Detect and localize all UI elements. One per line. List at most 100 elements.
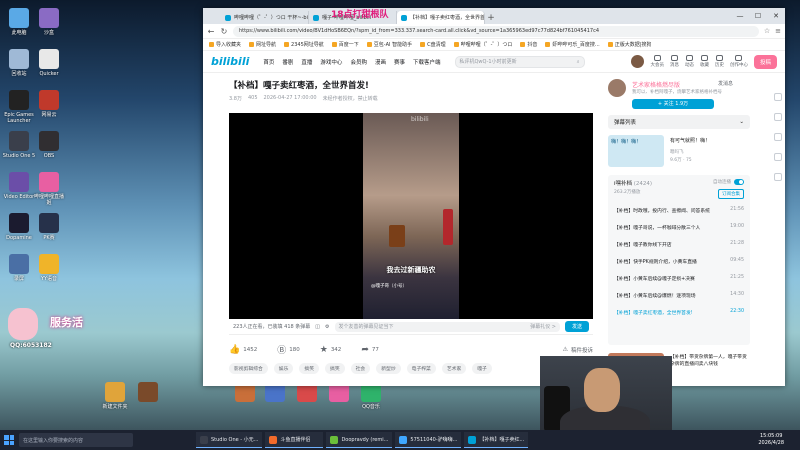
header-icon-button[interactable]: 历史 bbox=[715, 55, 724, 68]
desktop-icon[interactable]: PK赛 bbox=[32, 213, 66, 241]
desktop-icon[interactable]: 此电脑 bbox=[2, 8, 36, 36]
close-button[interactable]: ✕ bbox=[767, 8, 785, 24]
desktop-icon[interactable]: Dopamine bbox=[2, 213, 36, 241]
uploader-avatar[interactable] bbox=[608, 79, 626, 97]
playlist-episode[interactable]: 【补档】小黄车后续@爆燃！逐项现场 14:30 bbox=[614, 292, 744, 299]
bilibili-logo[interactable]: bilibili bbox=[211, 55, 249, 68]
desktop-icon[interactable]: 新建文件夹 bbox=[98, 382, 132, 410]
desktop-icon[interactable]: 录屏 bbox=[2, 254, 36, 282]
minimize-button[interactable]: — bbox=[731, 8, 749, 24]
playlist-episode[interactable]: 【补档】小黄车后续@嘎子定损+决赛 21:25 bbox=[614, 275, 744, 282]
bookmark-item[interactable]: 正版大数据|搜狗 bbox=[607, 41, 651, 48]
upload-button[interactable]: 投稿 bbox=[753, 54, 777, 69]
nav-item[interactable]: 漫画 bbox=[375, 58, 386, 66]
danmaku-settings-icon[interactable]: ⚙ bbox=[325, 324, 329, 330]
desktop-icon[interactable]: QQ音乐 bbox=[354, 382, 388, 410]
header-icon-button[interactable]: 创作中心 bbox=[730, 55, 748, 68]
danmaku-input[interactable]: 发个友善的弹幕见证当下 弹幕礼仪 > bbox=[334, 321, 560, 332]
browser-tab[interactable]: 【补档】嘎子卖红枣酒，全世界首发 bbox=[397, 11, 485, 24]
windows-start-icon[interactable] bbox=[2, 433, 16, 447]
sidebar-icon-5[interactable] bbox=[774, 173, 782, 181]
header-icon-button[interactable]: 收藏 bbox=[700, 55, 709, 68]
star-icon[interactable]: ☆ bbox=[764, 27, 770, 35]
danmaku-etiquette-link[interactable]: 弹幕礼仪 > bbox=[530, 323, 556, 330]
tag-chip[interactable]: 新型炒 bbox=[376, 363, 401, 374]
danmaku-send-button[interactable]: 发送 bbox=[564, 321, 589, 332]
tag-chip[interactable]: 嘎子 bbox=[472, 363, 492, 374]
sidebar-icon-2[interactable] bbox=[774, 113, 782, 121]
back-icon[interactable]: ← bbox=[207, 27, 215, 36]
desktop-icon[interactable]: YY语音 bbox=[32, 254, 66, 282]
subscribe-playlist-button[interactable]: 订阅合集 bbox=[718, 189, 744, 199]
playlist-episode[interactable]: 【补档】嘎子教你线下开店 21:28 bbox=[614, 241, 744, 248]
tag-chip[interactable]: 娱乐 bbox=[273, 363, 294, 374]
desktop-icon[interactable]: 哔哩哔哩直播姬 bbox=[32, 172, 66, 206]
share-button[interactable]: ➦ 77 bbox=[361, 345, 379, 355]
bookmark-item[interactable]: 抖音 bbox=[520, 41, 537, 48]
coin-button[interactable]: Ⓑ 180 bbox=[277, 343, 300, 356]
bookmark-item[interactable]: 虾哔哔可乐_百度搜... bbox=[545, 41, 600, 48]
desktop-icon[interactable]: 回收站 bbox=[2, 49, 36, 77]
desktop-icon[interactable]: Video Editor bbox=[2, 172, 36, 200]
bookmark-item[interactable]: 哔哩哔哩（゜-゜）つロ bbox=[453, 41, 512, 48]
taskbar-app[interactable]: Studio One - 小无... bbox=[196, 432, 263, 448]
tag-chip[interactable]: 艺术家 bbox=[441, 363, 467, 374]
playlist-episode[interactable]: 【补档】嘎子卖红枣酒，全世界首发! 22:30 bbox=[614, 309, 744, 316]
header-icon-button[interactable]: 动态 bbox=[685, 55, 694, 68]
tag-chip[interactable]: 电子榨菜 bbox=[406, 363, 436, 374]
desktop-icon[interactable]: Studio One 5 bbox=[2, 131, 36, 159]
bookmark-item[interactable]: 百度一下 bbox=[331, 41, 359, 48]
desktop-icon[interactable]: OBS bbox=[32, 131, 66, 159]
tag-chip[interactable]: 社会 bbox=[350, 363, 371, 374]
tag-chip[interactable]: 搞笑 bbox=[325, 363, 345, 374]
maximize-button[interactable]: ☐ bbox=[749, 8, 767, 24]
nav-item[interactable]: 下载客户端 bbox=[413, 58, 441, 66]
danmaku-toggle-icon[interactable]: ◫ bbox=[315, 324, 320, 330]
taskbar-app[interactable]: 57511040-驴嗨嗨... bbox=[395, 432, 462, 448]
bookmark-item[interactable]: C盘清理 bbox=[420, 41, 446, 48]
toggle-switch[interactable] bbox=[734, 179, 744, 185]
sidebar-icon-1[interactable] bbox=[774, 93, 782, 101]
bookmark-item[interactable]: 豆包-AI 智能助手 bbox=[366, 41, 412, 48]
tag-chip[interactable]: 搞笑 bbox=[299, 363, 320, 374]
favorite-button[interactable]: ★ 342 bbox=[320, 345, 342, 355]
user-avatar[interactable] bbox=[631, 55, 645, 68]
taskbar-search[interactable]: 在这里输入你要搜索的内容 bbox=[19, 433, 133, 447]
sidebar-icon-4[interactable] bbox=[774, 153, 782, 161]
nav-item[interactable]: 游戏中心 bbox=[320, 58, 342, 66]
danmaku-list-header[interactable]: 弹幕列表 ⌄ bbox=[608, 115, 750, 129]
taskbar-app[interactable]: Doopravdy (remi... bbox=[326, 432, 393, 448]
refresh-icon[interactable]: ↻ bbox=[220, 27, 228, 36]
taskbar-app[interactable]: 斗鱼直播伴侣 bbox=[265, 432, 324, 448]
bookmark-item[interactable]: 导入收藏夹 bbox=[209, 41, 241, 48]
recommended-video[interactable]: 嗨！嗨！嗨！ 有可气就照！嗨！ 嗯吗飞 9.6万 · 75 bbox=[608, 135, 750, 169]
desktop-icon[interactable]: Epic Games Launcher bbox=[2, 90, 36, 124]
message-button[interactable]: 发消息 bbox=[718, 80, 733, 87]
desktop-icon[interactable]: Quicker bbox=[32, 49, 66, 77]
taskbar-app[interactable]: 【补档】嘎子卖红... bbox=[464, 432, 529, 448]
clock[interactable]: 15:05:09 2026/4/28 bbox=[758, 433, 800, 447]
playlist-episode[interactable]: 【补档】快手PK规则介绍，小黄车直播 09:45 bbox=[614, 258, 744, 265]
browser-tab[interactable]: 哔哩哔哩（゜-゜）つロ 干杯~-bilibili bbox=[221, 11, 309, 24]
tag-chip[interactable]: 影视剪辑综合 bbox=[229, 363, 268, 374]
menu-icon[interactable]: ≡ bbox=[775, 27, 781, 35]
desktop-icon[interactable]: 沙盒 bbox=[32, 8, 66, 36]
like-button[interactable]: 👍 1452 bbox=[229, 345, 257, 355]
nav-item[interactable]: 首页 bbox=[263, 58, 274, 66]
uploader-name[interactable]: 艺术家格格燃尽版 bbox=[632, 80, 680, 89]
follow-button[interactable]: + 关注 1.9万 bbox=[632, 99, 714, 109]
report-link[interactable]: ⚠ 稿件投诉 bbox=[563, 346, 593, 354]
header-icon-button[interactable]: 消息 bbox=[670, 55, 679, 68]
nav-item[interactable]: 赛事 bbox=[394, 58, 405, 66]
search-icon[interactable]: ⌕ bbox=[577, 59, 580, 65]
nav-item[interactable]: 番剧 bbox=[282, 58, 293, 66]
nav-item[interactable]: 直播 bbox=[301, 58, 312, 66]
nav-item[interactable]: 会员购 bbox=[350, 58, 367, 66]
playlist-episode[interactable]: 【补档】时政哦，投内行、查擦闻、问答系统 21:56 bbox=[614, 207, 744, 214]
search-input[interactable]: 私评机QwQ-1小时前更新 ⌕ bbox=[454, 55, 585, 68]
header-icon-button[interactable]: 大会员 bbox=[650, 55, 664, 68]
bookmark-item[interactable]: 网址导航 bbox=[249, 41, 276, 48]
desktop-icon[interactable] bbox=[131, 382, 165, 404]
url-field[interactable]: https://www.bilibili.com/video/BV1dHoSB6… bbox=[233, 25, 759, 37]
new-tab-button[interactable]: + bbox=[485, 12, 497, 24]
